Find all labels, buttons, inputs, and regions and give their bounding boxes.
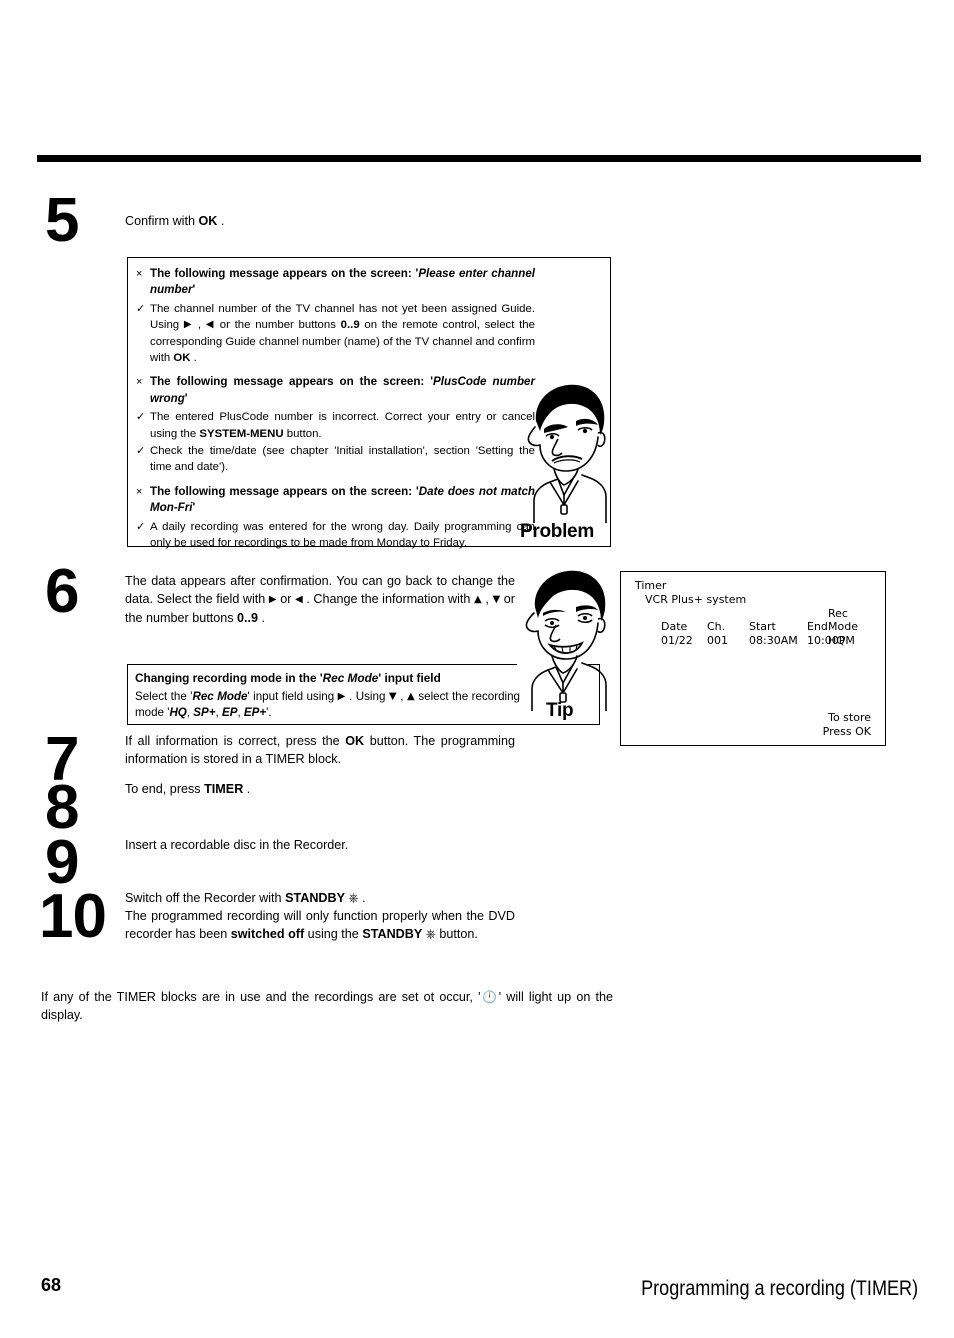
timer-value-date: 01/22 bbox=[661, 634, 693, 647]
tip-character-illustration bbox=[518, 563, 612, 712]
step-text-5: Confirm with OK . bbox=[125, 214, 225, 228]
step-text-6: The data appears after confirmation. You… bbox=[125, 574, 515, 626]
step-number-5: 5 bbox=[45, 186, 79, 255]
tip-heading: Changing recording mode in the 'Rec Mode… bbox=[135, 671, 441, 685]
step-text-8: To end, press TIMER . bbox=[125, 782, 251, 796]
step-number-10: 10 bbox=[39, 882, 107, 951]
timer-store-hint-line2: Press OK bbox=[822, 725, 871, 738]
footer-section-title: Programming a recording (TIMER) bbox=[640, 1277, 918, 1300]
problem-item-text: The following message appears on the scr… bbox=[150, 267, 535, 297]
cross-icon: × bbox=[136, 376, 143, 389]
step-text-7: If all information is correct, press the… bbox=[125, 734, 515, 767]
step-number-8: 8 bbox=[45, 773, 79, 842]
check-icon: ✓ bbox=[136, 520, 146, 533]
problem-item-text: The entered PlusCode number is incorrect… bbox=[150, 411, 535, 440]
step-number-6: 6 bbox=[45, 557, 79, 626]
timer-col-ch: Ch. bbox=[707, 620, 726, 633]
timer-screen-subtitle: VCR Plus+ system bbox=[645, 593, 747, 606]
timer-value-start: 08:30AM bbox=[749, 634, 798, 647]
cross-icon: × bbox=[136, 268, 143, 280]
problem-item-text: The following message appears on the scr… bbox=[150, 375, 535, 405]
check-icon: ✓ bbox=[136, 411, 146, 424]
header-rule bbox=[37, 155, 921, 162]
timer-store-hint-line1: To store bbox=[828, 711, 871, 724]
problem-item-text: The following message appears on the scr… bbox=[150, 484, 535, 515]
step-number-9: 9 bbox=[45, 828, 79, 897]
manual-page: 5 Confirm with OK . × The following mess… bbox=[0, 0, 954, 1338]
page-number: 68 bbox=[41, 1275, 62, 1295]
timer-screen-title: Timer bbox=[635, 579, 667, 592]
problem-item: ✓ The channel number of the TV channel h… bbox=[136, 301, 602, 367]
timer-value-mode: HQ bbox=[828, 634, 845, 647]
timer-value-ch: 001 bbox=[707, 634, 728, 647]
timer-note: If any of the TIMER blocks are in use an… bbox=[41, 990, 613, 1023]
problem-caption: Problem bbox=[520, 521, 594, 542]
problem-item-text: Check the time/date (see chapter 'Initia… bbox=[150, 445, 535, 474]
check-icon: ✓ bbox=[136, 302, 146, 315]
timer-col-rec-label: Rec bbox=[828, 607, 848, 620]
tip-caption: Tip bbox=[546, 700, 574, 721]
check-icon: ✓ bbox=[136, 445, 146, 458]
problem-item-text: The channel number of the TV channel has… bbox=[150, 302, 535, 365]
problem-character-illustration bbox=[514, 373, 610, 524]
problem-item: × The following message appears on the s… bbox=[136, 266, 602, 299]
problem-item-text: A daily recording was entered for the wr… bbox=[150, 520, 535, 550]
cross-icon: × bbox=[136, 485, 143, 498]
tip-body: Select the 'Rec Mode' input field using … bbox=[135, 690, 520, 720]
timer-col-end: End bbox=[807, 620, 828, 633]
timer-col-date: Date bbox=[661, 620, 688, 633]
timer-col-mode: Mode bbox=[828, 620, 858, 633]
step-text-10: Switch off the Recorder with STANDBY ⎈ .… bbox=[125, 890, 515, 942]
timer-screen-mockup: Timer VCR Plus+ system Rec Date Ch. Star… bbox=[620, 571, 886, 746]
timer-col-start: Start bbox=[749, 620, 776, 633]
step-text-9: Insert a recordable disc in the Recorder… bbox=[125, 838, 349, 852]
